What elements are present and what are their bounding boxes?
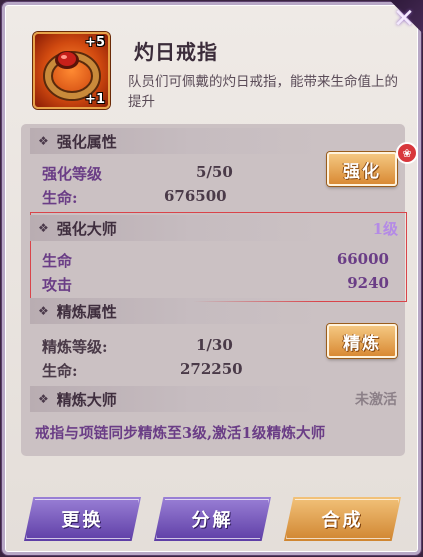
enhance-button[interactable]: 强化	[327, 152, 397, 186]
enhance-level-value: 5/50	[196, 163, 233, 181]
diamond-icon: ❖	[38, 392, 49, 406]
refine-hp-label: 生命:	[42, 362, 78, 380]
refine-hp-value: 272250	[180, 360, 243, 378]
refine-level-value: 1/30	[196, 336, 233, 354]
enhance-hp-value: 676500	[164, 187, 227, 205]
master-atk-value: 9240	[347, 274, 389, 292]
enhance-level-badge: +5	[85, 35, 105, 50]
ring-item-icon: +5 +1	[33, 32, 110, 109]
replace-button[interactable]: 更换	[24, 497, 141, 541]
refine-master-status: 未激活	[355, 392, 397, 408]
refine-level-label: 精炼等级:	[42, 338, 108, 356]
enhance-master-header: ❖ 强化大师	[30, 215, 392, 241]
replace-button-label: 更换	[61, 510, 104, 531]
diamond-icon: ❖	[38, 221, 49, 235]
enhance-level-label: 强化等级	[42, 165, 103, 183]
decompose-button-label: 分解	[191, 510, 234, 531]
refine-section-header: ❖ 精炼属性	[30, 298, 392, 324]
refine-section-title: 精炼属性	[56, 302, 117, 321]
item-name: 灼日戒指	[134, 40, 218, 64]
refine-button-label: 精炼	[343, 333, 381, 354]
enhance-master-level: 1级	[372, 220, 398, 238]
master-hp-label: 生命	[42, 252, 73, 270]
enhance-hp-label: 生命:	[42, 189, 78, 207]
enhance-button-label: 强化	[343, 161, 381, 182]
item-description: 队员们可佩戴的灼日戒指，能带来生命值上的提升	[128, 74, 398, 110]
refine-master-description: 戒指与项链同步精炼至3级,激活1级精炼大师	[35, 425, 326, 442]
refine-master-header: ❖ 精炼大师	[30, 386, 392, 412]
close-icon: ✕	[393, 4, 415, 34]
refine-master-title: 精炼大师	[56, 390, 117, 409]
master-hp-value: 66000	[336, 250, 389, 268]
close-button[interactable]: ✕	[387, 2, 421, 36]
diamond-icon: ❖	[38, 134, 49, 148]
enhance-section-title: 强化属性	[56, 132, 117, 151]
diamond-icon: ❖	[38, 304, 49, 318]
master-atk-label: 攻击	[42, 276, 73, 294]
enhance-notification-badge: ❀	[396, 142, 418, 164]
enhance-section-header: ❖ 强化属性	[30, 128, 392, 154]
refine-button[interactable]: 精炼	[327, 324, 397, 358]
compose-button[interactable]: 合成	[284, 497, 401, 541]
flower-icon: ❀	[402, 146, 412, 160]
decompose-button[interactable]: 分解	[154, 497, 271, 541]
compose-button-label: 合成	[321, 510, 364, 531]
refine-level-badge: +1	[85, 92, 105, 107]
enhance-master-title: 强化大师	[56, 219, 117, 238]
